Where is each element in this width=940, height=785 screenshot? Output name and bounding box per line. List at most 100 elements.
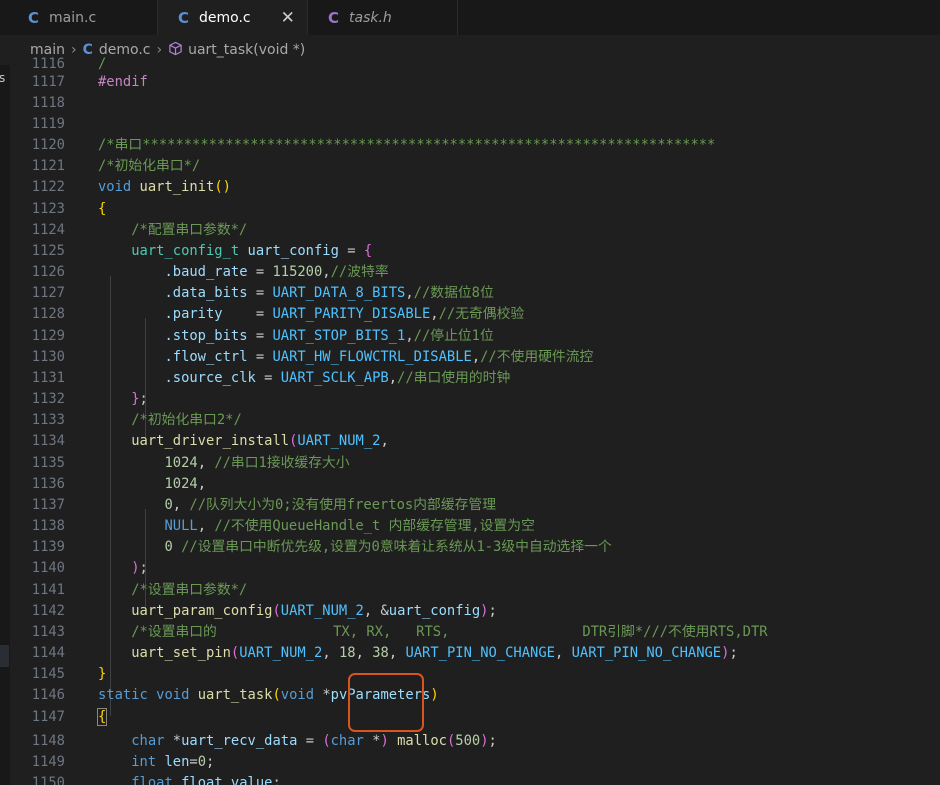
code-token: malloc (397, 733, 447, 749)
line-number: 1139 (31, 539, 65, 555)
code-token: } (98, 664, 106, 685)
code-line: 1149 int len=0; (10, 752, 940, 773)
code-token: uart_set_pin(UART_NUM_2, 18, 38, UART_PI… (131, 645, 738, 661)
code-line: 1148 char *uart_recv_data = (char *) mal… (10, 731, 940, 752)
code-token: /*初始化串口*/ (98, 156, 200, 177)
code-token: uart_task (197, 687, 273, 703)
code-token: /*配置串口参数*/ (131, 222, 248, 238)
code-token: uart_driver_install (131, 433, 290, 449)
code-token: UART_NUM_2 (297, 433, 381, 449)
code-token: .parity (164, 306, 223, 322)
code-token: float_value (181, 775, 273, 785)
code-token: .source_clk (164, 370, 256, 386)
code-token: .parity = UART_PARITY_DISABLE,//无奇偶校验 (164, 306, 525, 322)
code-token: uart_recv_data (181, 733, 298, 749)
code-line: 1123 { (10, 199, 940, 220)
c-file-icon: C (28, 8, 40, 27)
code-token: void (280, 687, 315, 703)
code-token: { (98, 201, 107, 217)
code-token: .data_bits = UART_DATA_8_BITS,//数据位8位 (164, 285, 494, 301)
code-token: { (98, 199, 106, 220)
side-panel-edge: s (0, 65, 10, 785)
code-token: 1024, (164, 476, 206, 492)
tab-task-h[interactable]: C task.h (308, 0, 458, 35)
c-header-file-icon: C (328, 8, 340, 27)
code-token: uart_config (247, 243, 339, 259)
code-token: 18 (338, 645, 356, 661)
c-file-icon: C (178, 8, 190, 27)
line-number: 1123 (31, 201, 65, 217)
code-line: 1150 float float_value; (10, 773, 940, 785)
code-line: 1147 { (10, 707, 940, 728)
code-token: UART_SCLK_APB (280, 370, 389, 386)
line-number: 1122 (31, 179, 65, 195)
line-number: 1141 (31, 582, 65, 598)
code-line: 1135 1024, //串口1接收缓存大小 (10, 453, 940, 474)
highlight-box (348, 673, 424, 732)
code-token: //波特率 (330, 264, 389, 280)
code-token: NULL, //不使用QueueHandle_t 内部缓存管理,设置为空 (164, 518, 535, 534)
line-number: 1133 (31, 412, 65, 428)
code-line: 1132 }; (10, 389, 940, 410)
line-number: 1129 (31, 328, 65, 344)
code-token: uart_config (388, 603, 481, 619)
code-token: #endif (98, 74, 148, 90)
code-token: UART_STOP_BITS_1 (272, 328, 406, 344)
code-token: float (131, 775, 173, 785)
code-token: UART_PARITY_DISABLE (272, 306, 431, 322)
code-token: //无奇偶校验 (438, 306, 525, 322)
code-token: /*初始化串口2*/ (131, 412, 242, 428)
tab-label: demo.c (199, 9, 251, 26)
code-token: void (156, 687, 190, 703)
line-number: 1119 (31, 116, 65, 132)
code-token: NULL (164, 518, 198, 534)
line-number: 1142 (31, 603, 65, 619)
code-line: 1125 uart_config_t uart_config = { (10, 241, 940, 262)
line-number: 1126 (31, 264, 65, 280)
code-line: 1117 #endif (10, 72, 940, 93)
code-line: 1138 NULL, //不使用QueueHandle_t 内部缓存管理,设置为… (10, 516, 940, 537)
code-token: .flow_ctrl (164, 349, 248, 365)
code-token: 115200 (272, 264, 323, 280)
code-token: 1024 (164, 476, 198, 492)
code-token: .baud_rate (164, 264, 248, 280)
code-token: //设置串口中断优先级,设置为0意味着让系统从1-3级中自动选择一个 (181, 539, 612, 555)
code-token: { (96, 708, 108, 726)
code-token: 500 (455, 733, 481, 749)
line-number: 1146 (31, 687, 65, 703)
code-token: 1024 (164, 455, 198, 471)
code-token: ****************************************… (142, 137, 716, 153)
close-icon[interactable]: ✕ (281, 8, 295, 28)
code-line: 1144 uart_set_pin(UART_NUM_2, 18, 38, UA… (10, 643, 940, 664)
line-number: 1124 (31, 222, 65, 238)
code-token: len (164, 754, 190, 770)
line-number: 1120 (31, 137, 65, 153)
code-token: uart_driver_install(UART_NUM_2, (131, 433, 389, 449)
line-number: 1150 (31, 775, 65, 785)
code-token: char (131, 733, 165, 749)
code-token: ) (480, 733, 489, 749)
code-token: .stop_bits = UART_STOP_BITS_1,//停止位1位 (164, 328, 494, 344)
code-token: ); (131, 560, 148, 576)
code-token: ) (480, 603, 489, 619)
code-token: char *uart_recv_data = (char *) malloc(5… (131, 733, 497, 749)
tab-label: task.h (349, 9, 392, 26)
code-line: 1130 .flow_ctrl = UART_HW_FLOWCTRL_DISAB… (10, 347, 940, 368)
code-token: /*串口************************************… (98, 135, 715, 156)
code-token: //停止位1位 (413, 328, 494, 344)
code-line: 1133 /*初始化串口2*/ (10, 410, 940, 431)
code-token: 0 (164, 497, 173, 513)
code-token: /*配置串口参数*/ (98, 220, 247, 241)
line-number: 1118 (31, 95, 65, 111)
tab-demo-c[interactable]: C demo.c ✕ (158, 0, 308, 35)
code-editor[interactable]: 1116/ 1117 #endif 1118 1119 1120/*串口*****… (10, 54, 940, 785)
line-number: 1135 (31, 455, 65, 471)
code-token: ( (272, 603, 281, 619)
tab-main-c[interactable]: C main.c (0, 0, 158, 35)
line-number: 1117 (31, 74, 65, 90)
code-token: () (214, 179, 231, 195)
code-token: //不使用硬件流控 (480, 349, 594, 365)
code-token: int len=0; (131, 754, 215, 770)
code-token: uart_param_config(UART_NUM_2, &uart_conf… (131, 603, 497, 619)
code-token: uart_set_pin (131, 645, 231, 661)
